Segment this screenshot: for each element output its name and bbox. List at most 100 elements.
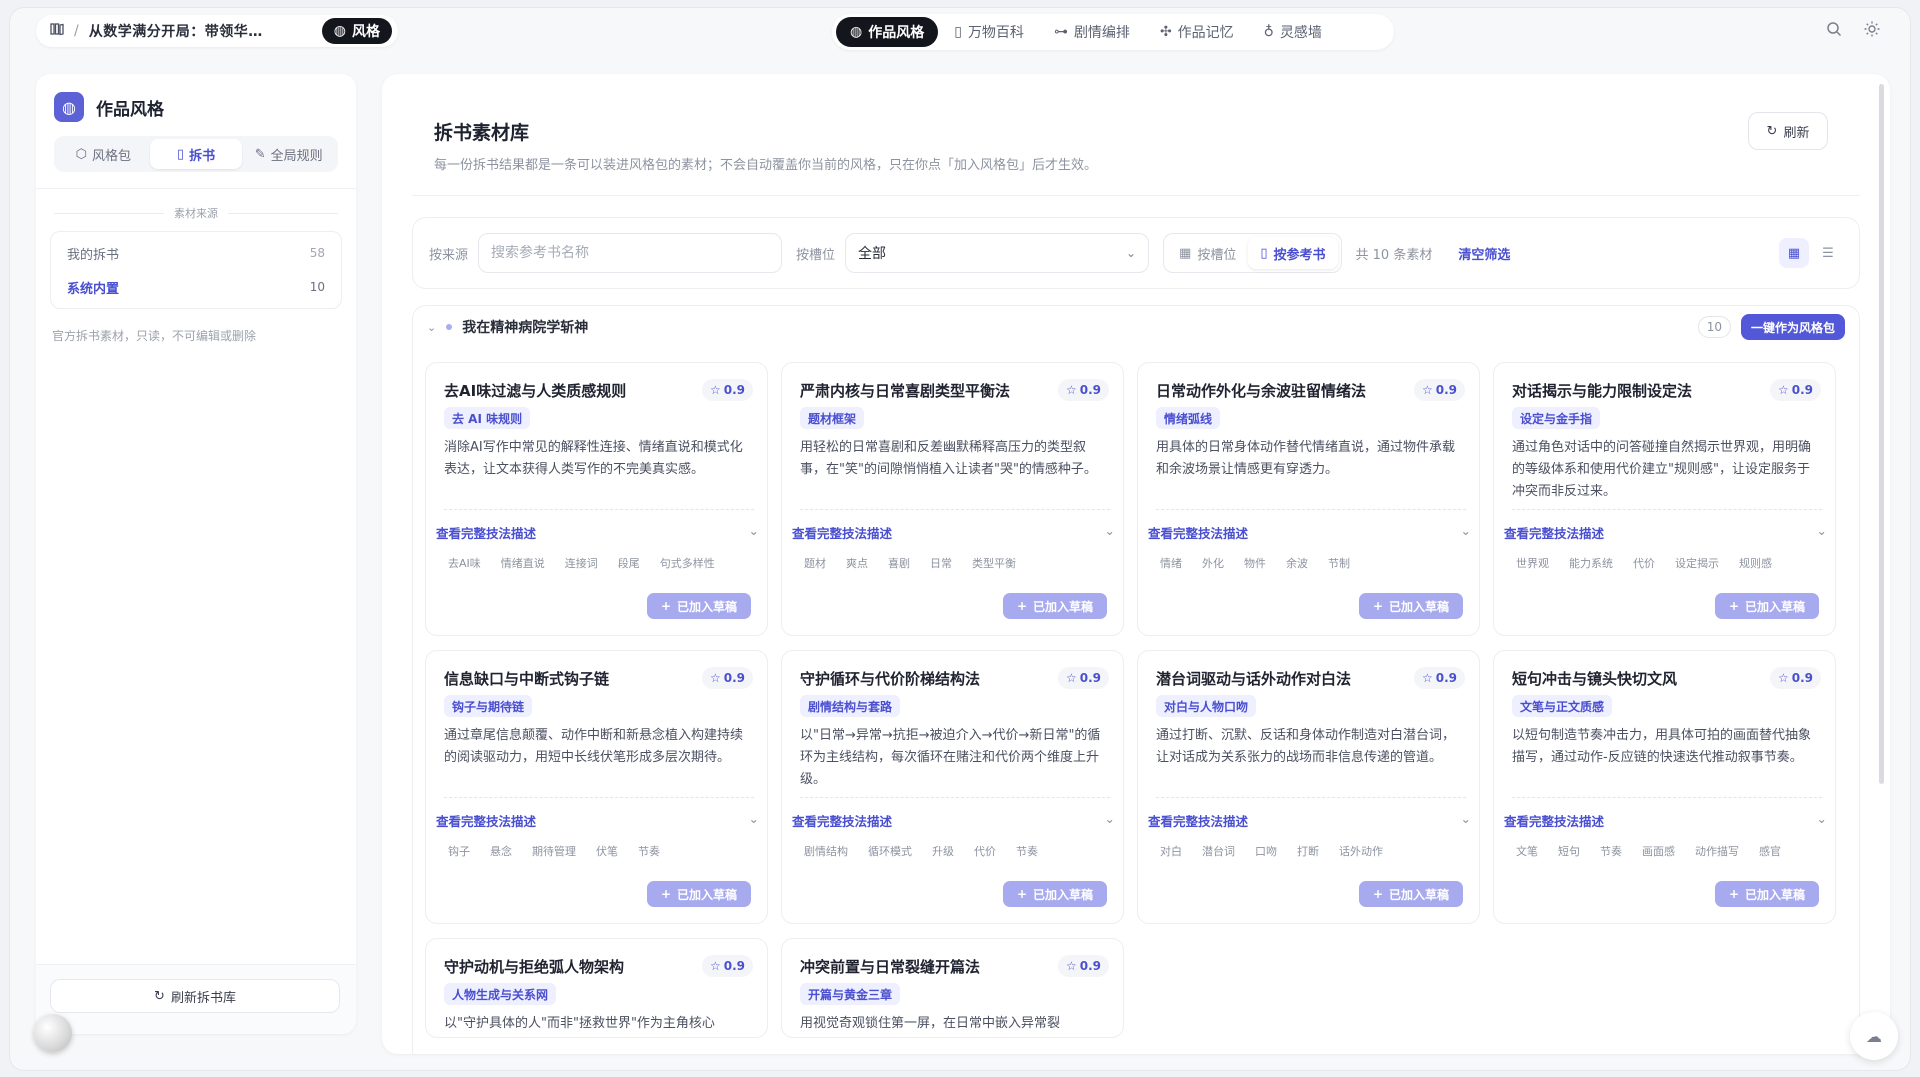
assistant-icon[interactable]: ☁	[1850, 1012, 1898, 1060]
tab-inspiration[interactable]: ♁ 灵感墙	[1250, 17, 1336, 47]
tag: 文笔	[1516, 845, 1538, 858]
tag: 代价	[974, 845, 996, 858]
sidebar-tab-breakdown[interactable]: ▯ 拆书	[149, 139, 243, 169]
source-count: 58	[309, 246, 325, 260]
search-input[interactable]	[478, 233, 783, 273]
refresh-icon: ↻	[154, 988, 165, 1004]
card-description: 以短句制造节奏冲击力，用具体可拍的画面替代抽象描写，通过动作-反应链的快速迭代推…	[1512, 728, 1812, 765]
added-to-draft-button[interactable]: + 已加入草稿	[1359, 593, 1463, 619]
tab-plot[interactable]: ⊶ 剧情编排	[1040, 17, 1144, 47]
added-to-draft-button[interactable]: + 已加入草稿	[1003, 881, 1107, 907]
book-icon: ▯	[176, 146, 185, 162]
chevron-down-icon: ⌄	[748, 811, 759, 826]
card-title: 守护循环与代价阶梯结构法	[800, 670, 981, 688]
library-icon[interactable]	[50, 22, 64, 40]
tag-list: 文笔 短句 节奏 画面感 动作描写 感官	[1508, 841, 1789, 861]
divider	[1156, 509, 1466, 510]
score-value: 0.9	[1791, 383, 1813, 397]
card-title: 日常动作外化与余波驻留情绪法	[1156, 382, 1367, 400]
expand-description-toggle[interactable]: 查看完整技法描述 ⌄	[1504, 523, 1827, 542]
refresh-library-button[interactable]: ↻ 刷新拆书库	[50, 979, 340, 1013]
tag: 升级	[932, 845, 954, 858]
refresh-button[interactable]: ↻ 刷新	[1748, 112, 1828, 150]
score-badge: ☆ 0.9	[701, 955, 753, 977]
star-icon: ☆	[709, 959, 721, 973]
group-by-book-button[interactable]: ▯ 按参考书	[1248, 237, 1338, 269]
plus-icon: +	[1372, 887, 1384, 901]
score-badge: ☆ 0.9	[701, 379, 753, 401]
list-view-icon[interactable]: ☰	[1813, 238, 1843, 268]
style-pill-button[interactable]: ◍ 风格	[321, 18, 392, 44]
grid-view-icon[interactable]: ▦	[1779, 238, 1809, 268]
clear-filter-button[interactable]: 清空筛选	[1458, 244, 1510, 263]
chevron-down-icon[interactable]: ⌄	[427, 321, 436, 334]
expand-description-toggle[interactable]: 查看完整技法描述 ⌄	[436, 523, 759, 542]
slot-badge: 题材框架	[800, 407, 865, 429]
top-nav: ◍ 作品风格 ▯ 万物百科 ⊶ 剧情编排 ✣ 作品记忆 ♁ 灵感墙	[832, 14, 1394, 50]
added-to-draft-button[interactable]: + 已加入草稿	[647, 881, 751, 907]
sidebar-tab-global-rules[interactable]: ✎ 全局规则	[242, 139, 335, 169]
star-icon: ☆	[709, 383, 721, 397]
material-card[interactable]: 守护动机与拒绝弧人物架构 ☆ 0.9 人物生成与关系网 以"守护具体的人"而非"拯…	[425, 938, 768, 1038]
card-description: 消除AI写作中常见的解释性连接、情绪直说和模式化表达，让文本获得人类写作的不完美…	[444, 440, 743, 477]
material-card[interactable]: 潜台词驱动与话外动作对白法 ☆ 0.9 对白与人物口吻 通过打断、沉默、反话和身体…	[1137, 650, 1480, 924]
material-card[interactable]: 冲突前置与日常裂缝开篇法 ☆ 0.9 开篇与黄金三章 用视觉奇观锁住第一屏，在日常…	[781, 938, 1124, 1038]
divider	[444, 797, 754, 798]
expand-description-toggle[interactable]: 查看完整技法描述 ⌄	[1148, 811, 1471, 830]
material-card[interactable]: 去AI味过滤与人类质感规则 ☆ 0.9 去 AI 味规则 消除AI写作中常见的解释…	[425, 362, 768, 636]
sidebar: ◍ 作品风格 ⬡ 风格包 ▯ 拆书 ✎ 全局规则 素材来源 我的拆书 58 系统内置 …	[36, 74, 356, 1034]
sun-icon[interactable]	[1864, 21, 1880, 41]
main-panel: 拆书素材库 每一份拆书结果都是一条可以装进风格包的素材；不会自动覆盖你当前的风格…	[382, 74, 1890, 1054]
breadcrumb-title[interactable]: 从数学满分开局：带领华…	[89, 21, 281, 41]
tab-encyclopedia[interactable]: ▯ 万物百科	[940, 17, 1038, 47]
material-card[interactable]: 短句冲击与镜头快切文风 ☆ 0.9 文笔与正文质感 以短句制造节奏冲击力，用具体可…	[1493, 650, 1836, 924]
material-card[interactable]: 信息缺口与中断式钩子链 ☆ 0.9 钩子与期待链 通过章尾信息颠覆、动作中断和新悬…	[425, 650, 768, 924]
apply-as-style-pack-button[interactable]: 一键作为风格包	[1740, 314, 1845, 340]
tag: 潜台词	[1202, 845, 1235, 858]
added-to-draft-button[interactable]: + 已加入草稿	[1359, 881, 1463, 907]
plus-icon: +	[660, 887, 672, 901]
sidebar-tab-style-pack[interactable]: ⬡ 风格包	[57, 139, 150, 169]
slot-select[interactable]: 全部 ⌄	[845, 233, 1150, 273]
expand-description-toggle[interactable]: 查看完整技法描述 ⌄	[1504, 811, 1827, 830]
assistant-orb[interactable]	[34, 1014, 72, 1052]
tag: 代价	[1633, 557, 1655, 570]
source-item-mine[interactable]: 我的拆书 58	[55, 236, 337, 270]
plus-icon: +	[1372, 599, 1384, 613]
tag: 节制	[1328, 557, 1350, 570]
material-card[interactable]: 守护循环与代价阶梯结构法 ☆ 0.9 剧情结构与套路 以"日常→异常→抗拒→被迫介…	[781, 650, 1124, 924]
expand-description-toggle[interactable]: 查看完整技法描述 ⌄	[792, 523, 1115, 542]
plus-icon: +	[1016, 887, 1028, 901]
tab-style[interactable]: ◍ 作品风格	[836, 17, 939, 47]
card-description: 用视觉奇观锁住第一屏，在日常中嵌入异常裂	[800, 1016, 1061, 1031]
tag: 物件	[1244, 557, 1266, 570]
expand-description-toggle[interactable]: 查看完整技法描述 ⌄	[1148, 523, 1471, 542]
expand-description-toggle[interactable]: 查看完整技法描述 ⌄	[792, 811, 1115, 830]
score-badge: ☆ 0.9	[701, 667, 753, 689]
added-to-draft-button[interactable]: + 已加入草稿	[647, 593, 751, 619]
expand-label: 查看完整技法描述	[436, 526, 537, 541]
card-title: 去AI味过滤与人类质感规则	[444, 382, 627, 400]
added-to-draft-button[interactable]: + 已加入草稿	[1003, 593, 1107, 619]
material-card[interactable]: 严肃内核与日常喜剧类型平衡法 ☆ 0.9 题材框架 用轻松的日常喜剧和反差幽默稀释…	[781, 362, 1124, 636]
added-to-draft-button[interactable]: + 已加入草稿	[1715, 593, 1819, 619]
divider	[800, 509, 1110, 510]
tab-memory[interactable]: ✣ 作品记忆	[1146, 17, 1248, 47]
added-to-draft-button[interactable]: + 已加入草稿	[1715, 881, 1819, 907]
material-card[interactable]: 对话揭示与能力限制设定法 ☆ 0.9 设定与金手指 通过角色对话中的问答碰撞自然揭…	[1493, 362, 1836, 636]
scrollbar[interactable]	[1879, 84, 1884, 784]
star-icon: ☆	[1065, 959, 1077, 973]
plus-icon: +	[660, 599, 672, 613]
tag: 去AI味	[448, 557, 481, 570]
card-description: 以"日常→异常→抗拒→被迫介入→代价→新日常"的循环为主线结构，每次循环在赌注和…	[800, 728, 1101, 787]
tag: 悬念	[490, 845, 512, 858]
group-header[interactable]: ⌄ 我在精神病院学斩神 10 一键作为风格包	[413, 306, 1859, 348]
breadcrumb-separator: /	[74, 23, 79, 39]
tab-label: 作品记忆	[1177, 25, 1234, 41]
material-card[interactable]: 日常动作外化与余波驻留情绪法 ☆ 0.9 情绪弧线 用具体的日常身体动作替代情绪直…	[1137, 362, 1480, 636]
source-item-builtin[interactable]: 系统内置 10	[55, 270, 337, 304]
expand-description-toggle[interactable]: 查看完整技法描述 ⌄	[436, 811, 759, 830]
group-by-slot-button[interactable]: ▦ 按槽位	[1167, 237, 1248, 269]
search-icon[interactable]	[1826, 21, 1842, 41]
card-title: 守护动机与拒绝弧人物架构	[444, 958, 625, 976]
